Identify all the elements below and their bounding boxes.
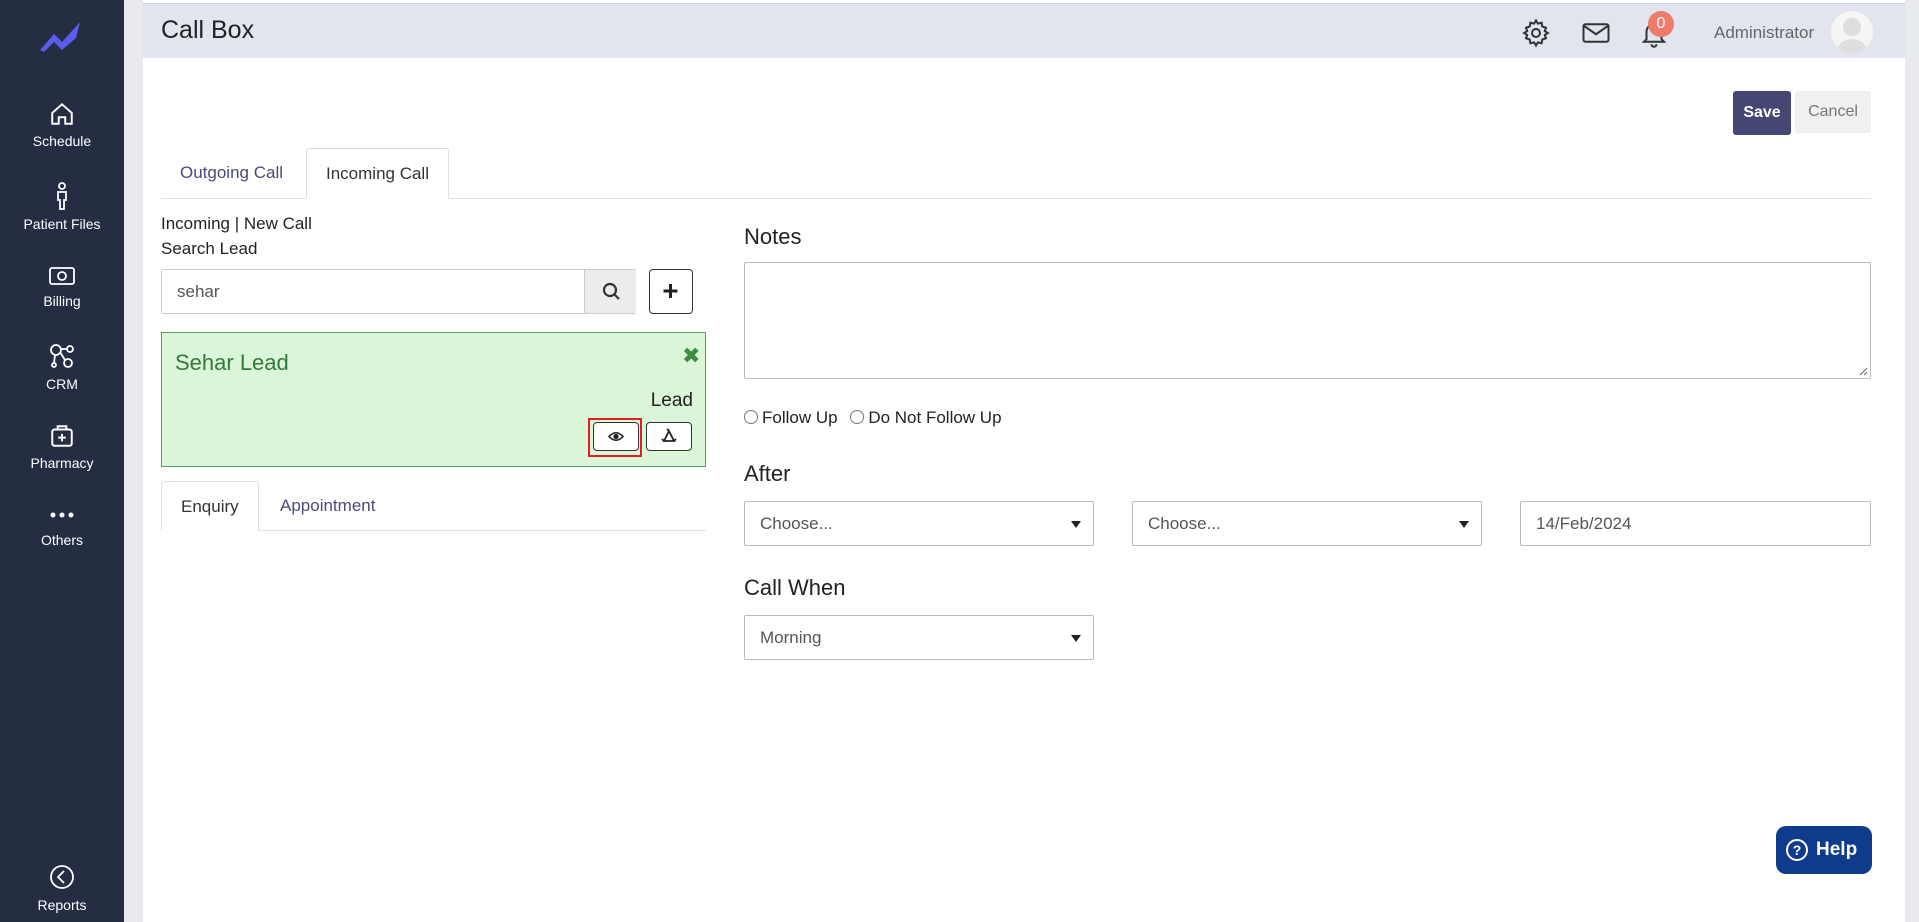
- follow-up-radio-option[interactable]: Follow Up: [744, 408, 838, 427]
- gear-icon[interactable]: [1521, 18, 1551, 48]
- eye-icon: [607, 431, 625, 442]
- recycle-lead-button[interactable]: [646, 422, 692, 451]
- no-follow-up-radio[interactable]: [850, 410, 865, 424]
- notes-label: Notes: [744, 224, 802, 249]
- home-icon: [51, 102, 73, 125]
- money-icon: [49, 267, 75, 285]
- after-date-field[interactable]: 14/Feb/2024: [1520, 501, 1871, 546]
- main-panel: Call Box 0 Administrator Save Cancel Out…: [143, 0, 1905, 922]
- sidebar-item-billing[interactable]: Billing: [0, 265, 124, 309]
- follow-up-radio[interactable]: [744, 410, 758, 424]
- mail-icon[interactable]: [1581, 18, 1611, 48]
- user-silhouette-icon: [1836, 18, 1868, 53]
- after-select-1[interactable]: Choose...: [744, 501, 1094, 546]
- search-lead-label: Search Lead: [161, 239, 258, 258]
- chevron-down-icon: [1071, 635, 1081, 642]
- lead-name: Sehar Lead: [175, 350, 289, 375]
- save-button[interactable]: Save: [1733, 91, 1791, 135]
- tab-appointment[interactable]: Appointment: [261, 481, 394, 531]
- help-button[interactable]: ? Help: [1776, 826, 1872, 874]
- sidebar-item-label: Billing: [43, 293, 81, 309]
- lead-search-input[interactable]: [162, 270, 584, 313]
- sidebar-item-label: CRM: [46, 376, 78, 392]
- sidebar-item-label: Schedule: [32, 133, 92, 149]
- search-button[interactable]: [584, 270, 636, 313]
- medkit-icon: [51, 425, 73, 447]
- avatar[interactable]: [1831, 11, 1873, 53]
- tab-outgoing-call[interactable]: Outgoing Call: [161, 148, 302, 199]
- after-select-1-value: Choose...: [760, 514, 833, 533]
- user-name[interactable]: Administrator: [1714, 23, 1814, 43]
- sidebar-item-schedule[interactable]: Schedule: [0, 101, 124, 149]
- person-icon: [57, 182, 67, 210]
- call-status-text: Incoming | New Call: [161, 214, 312, 233]
- sidebar-item-others[interactable]: Others: [0, 504, 124, 548]
- resize-handle-icon: [1859, 367, 1868, 376]
- no-follow-up-label: Do Not Follow Up: [868, 408, 1002, 427]
- lead-type: Lead: [650, 390, 693, 411]
- call-when-value: Morning: [760, 628, 822, 647]
- after-select-2[interactable]: Choose...: [1132, 501, 1482, 546]
- after-select-2-value: Choose...: [1148, 514, 1221, 533]
- sidebar-item-label: Others: [40, 532, 83, 548]
- after-date-value: 14/Feb/2024: [1536, 514, 1632, 533]
- view-lead-button[interactable]: [593, 422, 639, 451]
- close-icon[interactable]: ✖: [682, 343, 700, 369]
- sidebar-item-pharmacy[interactable]: Pharmacy: [0, 423, 124, 471]
- page-title: Call Box: [161, 16, 255, 44]
- sidebar-item-reports[interactable]: Reports: [0, 863, 124, 913]
- sidebar-item-label: Reports: [37, 897, 87, 913]
- chevron-down-icon: [1459, 521, 1469, 528]
- sidebar: Schedule Patient Files Billing CRM Pharm…: [0, 0, 124, 922]
- network-icon: [50, 344, 74, 368]
- lead-detail-tabs: Enquiry Appointment: [161, 481, 706, 531]
- call-when-select[interactable]: Morning: [744, 615, 1094, 660]
- top-header: Call Box 0 Administrator: [143, 3, 1905, 58]
- more-dots-icon: [50, 512, 74, 518]
- lead-card: Sehar Lead ✖ Lead: [161, 332, 706, 467]
- chevron-down-icon: [1071, 521, 1081, 528]
- notes-textarea[interactable]: [744, 262, 1871, 379]
- notification-badge: 0: [1648, 11, 1674, 37]
- after-label: After: [744, 461, 791, 486]
- cancel-button[interactable]: Cancel: [1795, 91, 1871, 133]
- sidebar-item-crm[interactable]: CRM: [0, 342, 124, 392]
- tab-incoming-call[interactable]: Incoming Call: [306, 148, 449, 199]
- call-type-tabs: Outgoing Call Incoming Call: [161, 148, 1871, 199]
- tab-enquiry[interactable]: Enquiry: [161, 481, 259, 531]
- no-follow-up-radio-option[interactable]: Do Not Follow Up: [850, 408, 1002, 427]
- sidebar-item-label: Pharmacy: [30, 455, 94, 471]
- lead-search-group: [161, 269, 636, 314]
- sidebar-item-patient-files[interactable]: Patient Files: [0, 182, 124, 232]
- sidebar-item-label: Patient Files: [23, 216, 101, 232]
- add-lead-button[interactable]: [649, 269, 693, 314]
- follow-up-label: Follow Up: [762, 408, 838, 427]
- recycle-icon: [661, 428, 677, 442]
- help-label: Help: [1816, 839, 1858, 860]
- question-icon: ?: [1786, 839, 1808, 861]
- app-logo-icon[interactable]: [36, 16, 86, 56]
- follow-up-options: Follow Up Do Not Follow Up: [744, 408, 1002, 428]
- search-icon: [602, 282, 620, 300]
- call-when-label: Call When: [744, 575, 846, 600]
- plus-icon: [663, 284, 678, 298]
- chevron-left-circle-icon: [50, 865, 74, 889]
